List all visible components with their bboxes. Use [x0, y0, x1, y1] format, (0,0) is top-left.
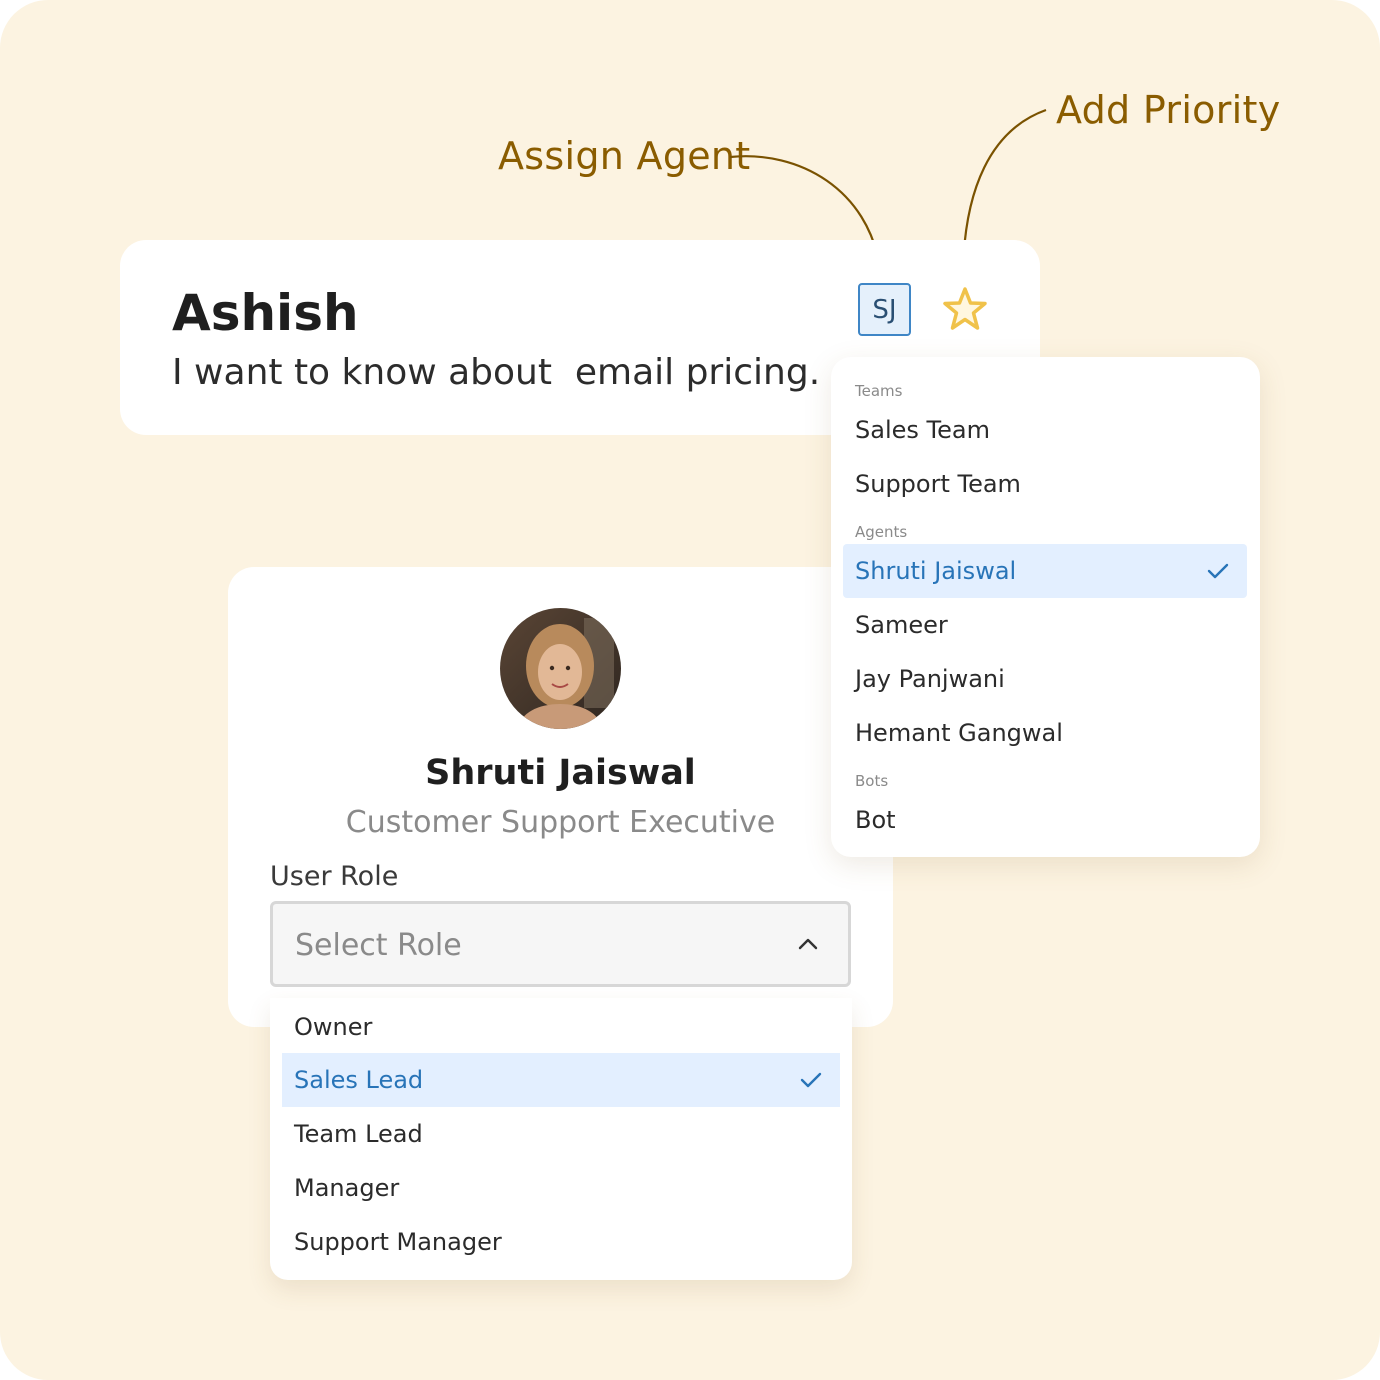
- menu-item-label: Sales Team: [855, 416, 990, 444]
- role-dropdown-menu: Owner Sales Lead Team Lead Manager Suppo…: [270, 998, 852, 1280]
- assign-agent-menu: Teams Sales Team Support Team Agents Shr…: [831, 357, 1260, 857]
- role-option-manager[interactable]: Manager: [282, 1161, 840, 1215]
- role-option-label: Manager: [294, 1174, 400, 1202]
- menu-item-label: Bot: [855, 806, 896, 834]
- check-icon: [1207, 563, 1229, 579]
- menu-item-jay-panjwani[interactable]: Jay Panjwani: [843, 652, 1247, 706]
- menu-group-bots: Bots: [855, 772, 889, 790]
- menu-item-hemant-gangwal[interactable]: Hemant Gangwal: [843, 706, 1247, 760]
- contact-name: Ashish: [172, 284, 359, 342]
- check-icon: [800, 1072, 822, 1088]
- profile-card: Shruti Jaiswal Customer Support Executiv…: [228, 567, 893, 1027]
- avatar: [500, 608, 621, 729]
- user-role-label: User Role: [270, 861, 399, 892]
- role-option-label: Support Manager: [294, 1228, 502, 1256]
- role-option-sales-lead[interactable]: Sales Lead: [282, 1053, 840, 1107]
- page-background: Assign Agent Add Priority Ashish I want …: [0, 0, 1380, 1380]
- role-option-label: Owner: [294, 1013, 373, 1041]
- agent-name: Shruti Jaiswal: [425, 753, 696, 793]
- role-option-label: Team Lead: [294, 1120, 423, 1148]
- role-option-label: Sales Lead: [294, 1066, 424, 1094]
- role-option-support-manager[interactable]: Support Manager: [282, 1215, 840, 1269]
- menu-item-label: Shruti Jaiswal: [855, 557, 1017, 585]
- assign-agent-callout: Assign Agent: [498, 134, 751, 178]
- menu-item-label: Support Team: [855, 470, 1021, 498]
- menu-item-bot[interactable]: Bot: [843, 793, 1247, 847]
- chevron-up-icon: [798, 938, 818, 950]
- role-option-owner[interactable]: Owner: [282, 1000, 840, 1054]
- assigned-agent-initials: SJ: [872, 294, 897, 325]
- role-option-team-lead[interactable]: Team Lead: [282, 1107, 840, 1161]
- role-select[interactable]: Select Role: [270, 901, 851, 987]
- star-icon[interactable]: [942, 286, 988, 332]
- role-select-placeholder: Select Role: [295, 928, 462, 963]
- menu-item-sameer[interactable]: Sameer: [843, 598, 1247, 652]
- agent-title: Customer Support Executive: [345, 805, 776, 840]
- menu-item-label: Sameer: [855, 611, 948, 639]
- menu-item-support-team[interactable]: Support Team: [843, 457, 1247, 511]
- conversation-message: I want to know about email pricing.: [172, 352, 821, 393]
- menu-group-agents: Agents: [855, 523, 908, 541]
- add-priority-callout: Add Priority: [1056, 88, 1281, 132]
- menu-item-label: Hemant Gangwal: [855, 719, 1063, 747]
- menu-item-sales-team[interactable]: Sales Team: [843, 403, 1247, 457]
- menu-item-shruti-jaiswal[interactable]: Shruti Jaiswal: [843, 544, 1247, 598]
- menu-group-teams: Teams: [855, 382, 903, 400]
- menu-item-label: Jay Panjwani: [855, 665, 1005, 693]
- assign-agent-button[interactable]: SJ: [858, 283, 911, 336]
